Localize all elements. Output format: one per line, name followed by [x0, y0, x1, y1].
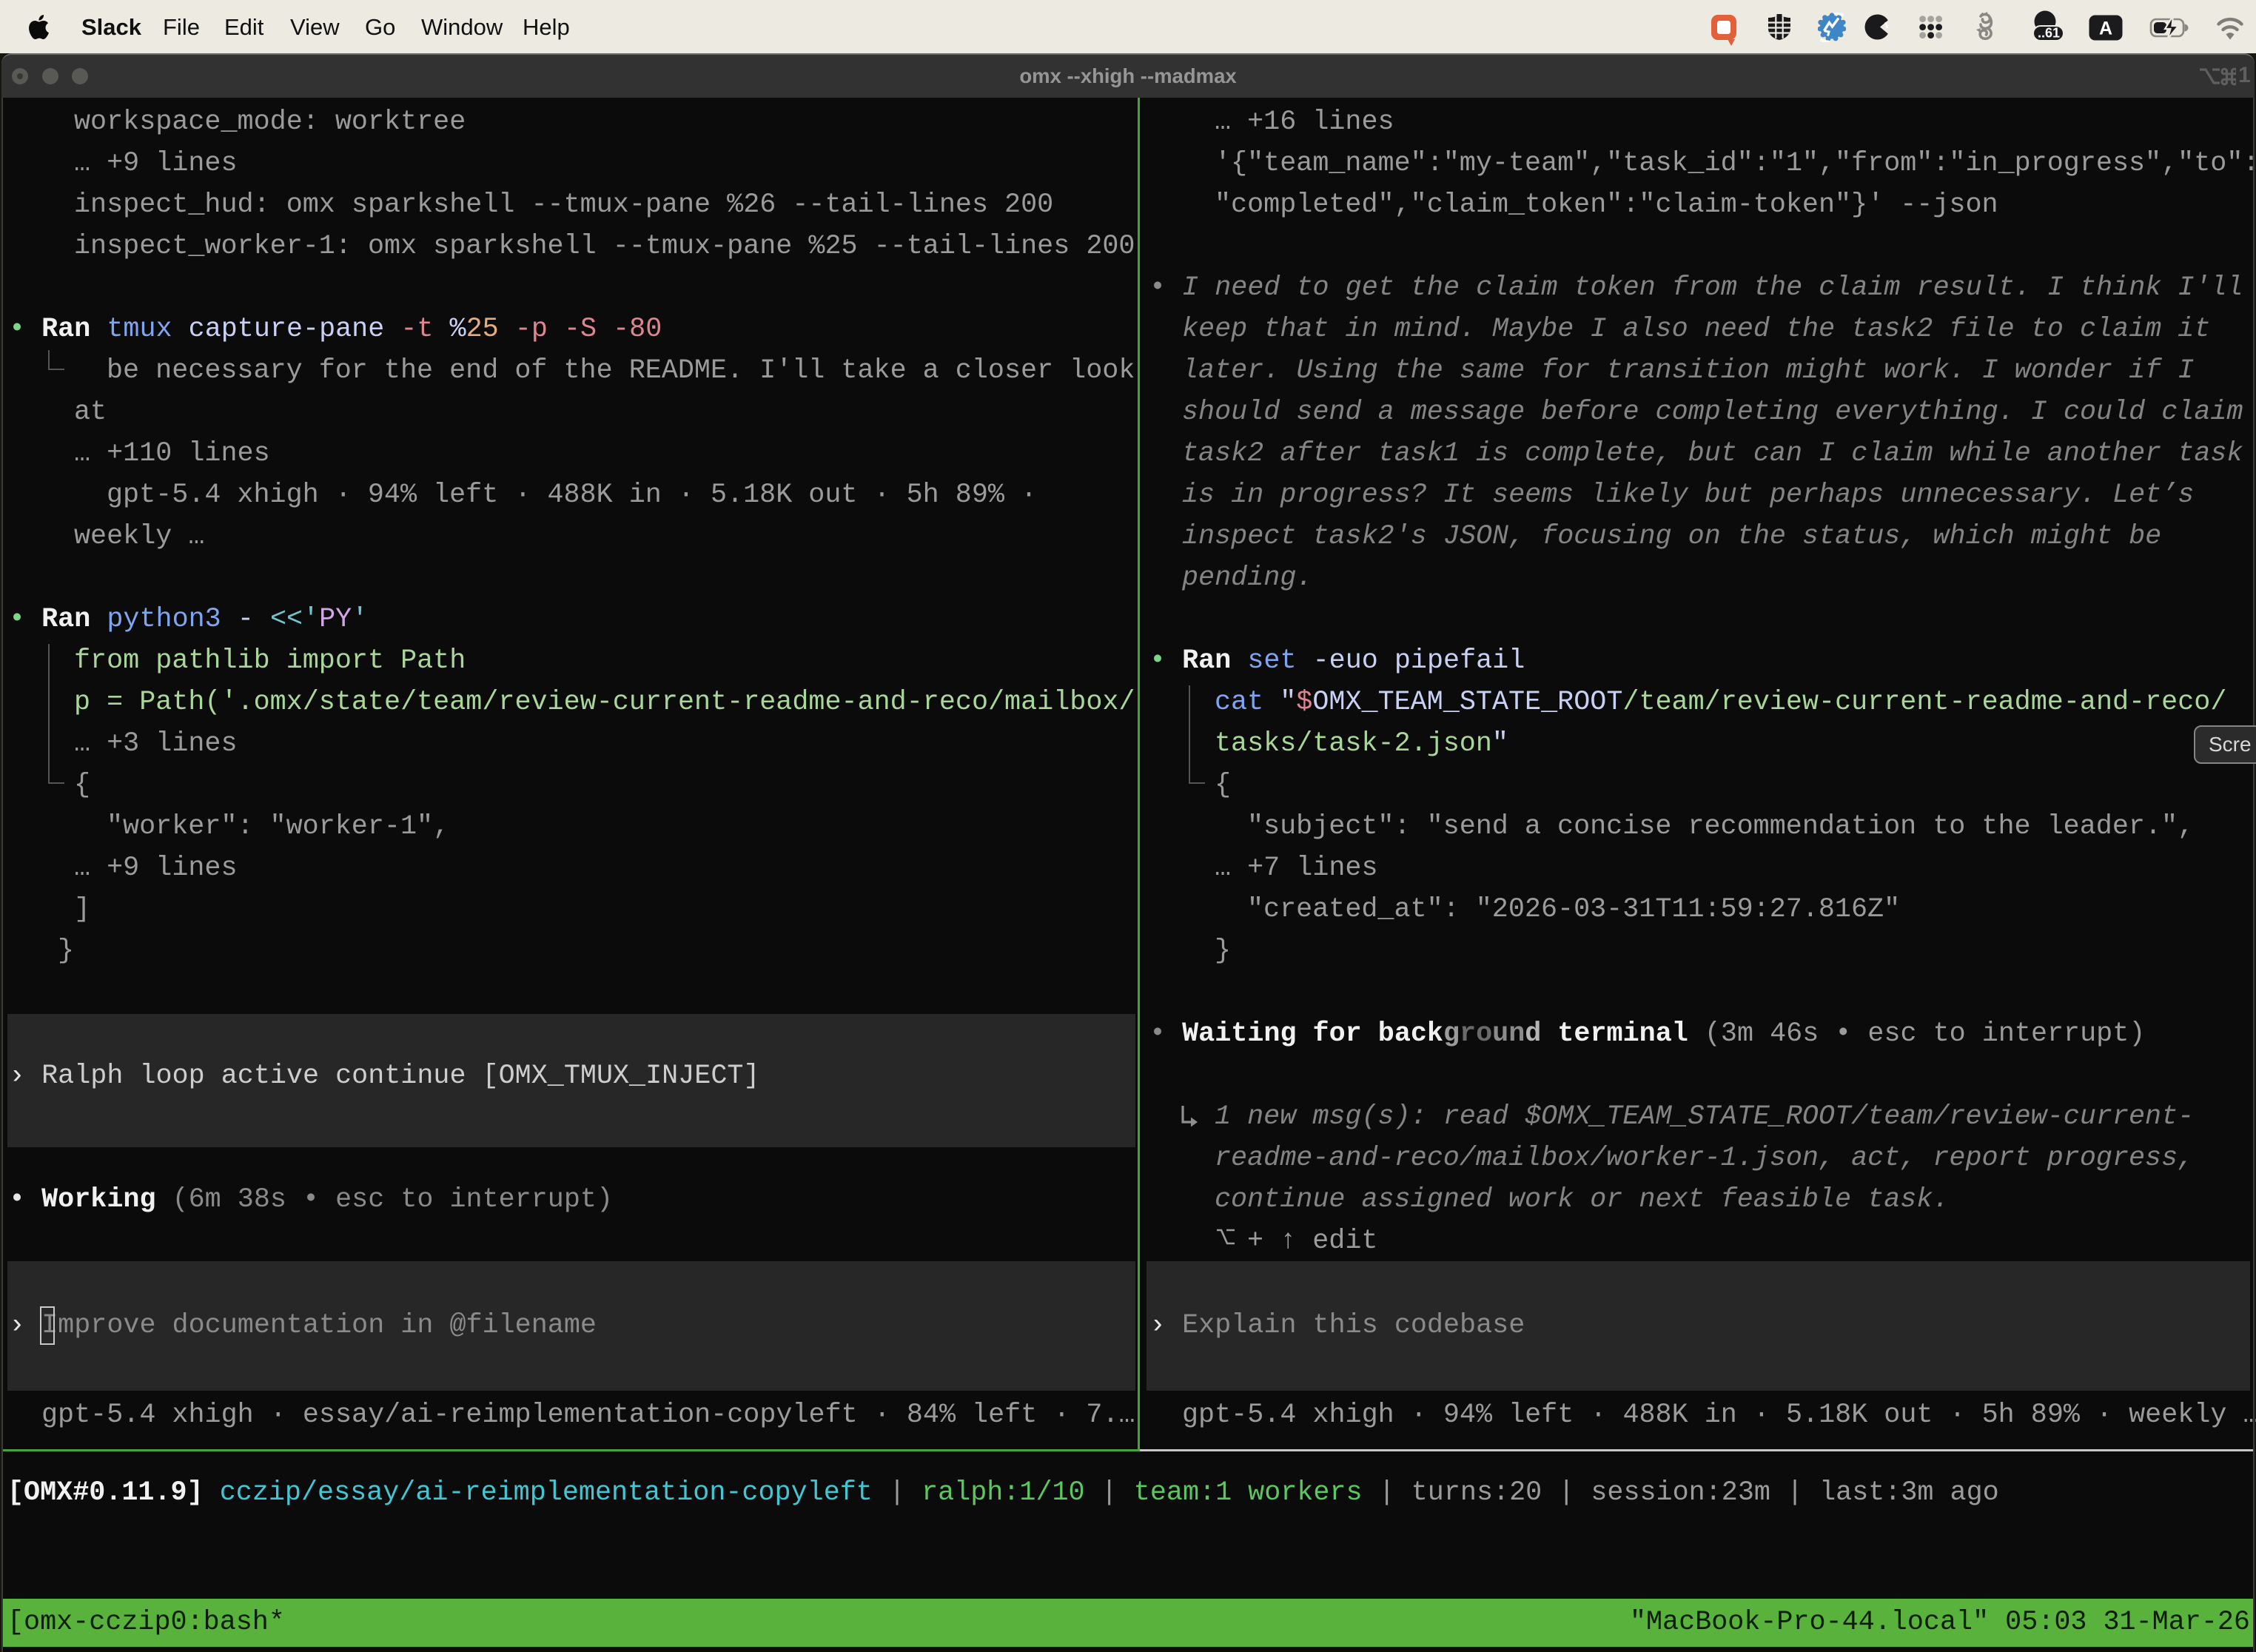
- svg-text:..61: ..61: [2038, 26, 2060, 41]
- svg-text:A: A: [2099, 19, 2112, 39]
